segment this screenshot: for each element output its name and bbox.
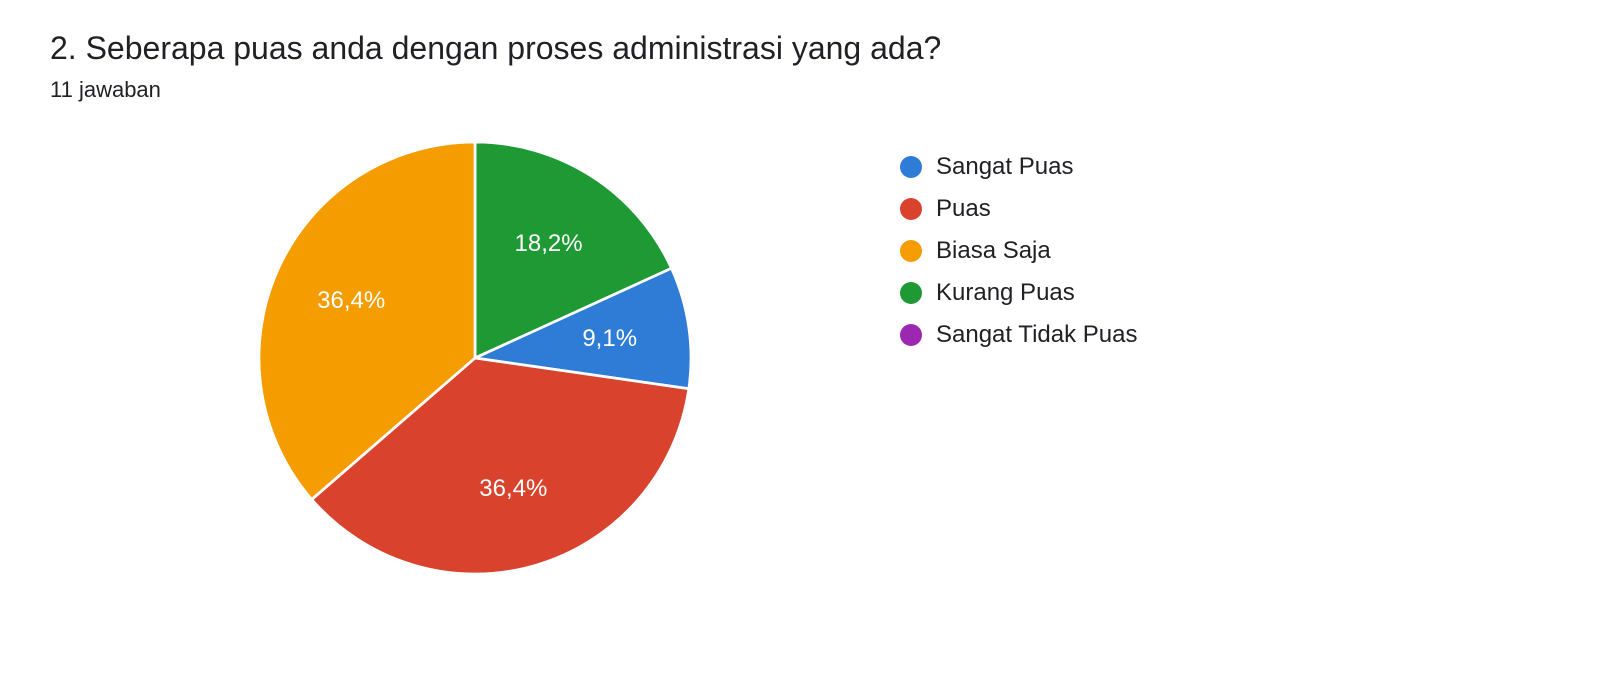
legend-label: Biasa Saja: [936, 237, 1051, 265]
chart-title: 2. Seberapa puas anda dengan proses admi…: [50, 30, 1550, 67]
legend: Sangat Puas Puas Biasa Saja Kurang Puas …: [900, 153, 1137, 349]
legend-item: Sangat Tidak Puas: [900, 321, 1137, 349]
legend-dot-icon: [900, 198, 922, 220]
legend-label: Sangat Puas: [936, 153, 1073, 181]
legend-label: Sangat Tidak Puas: [936, 321, 1137, 349]
legend-item: Sangat Puas: [900, 153, 1137, 181]
legend-label: Puas: [936, 195, 991, 223]
legend-label: Kurang Puas: [936, 279, 1075, 307]
pie-chart: 18,2%9,1%36,4%36,4%: [250, 133, 700, 583]
legend-item: Puas: [900, 195, 1137, 223]
chart-area: 18,2%9,1%36,4%36,4% Sangat Puas Puas Bia…: [50, 133, 1550, 583]
legend-dot-icon: [900, 282, 922, 304]
legend-dot-icon: [900, 324, 922, 346]
legend-dot-icon: [900, 156, 922, 178]
legend-item: Biasa Saja: [900, 237, 1137, 265]
chart-subtitle: 11 jawaban: [50, 77, 1550, 103]
pie-svg: [250, 133, 700, 583]
legend-item: Kurang Puas: [900, 279, 1137, 307]
legend-dot-icon: [900, 240, 922, 262]
